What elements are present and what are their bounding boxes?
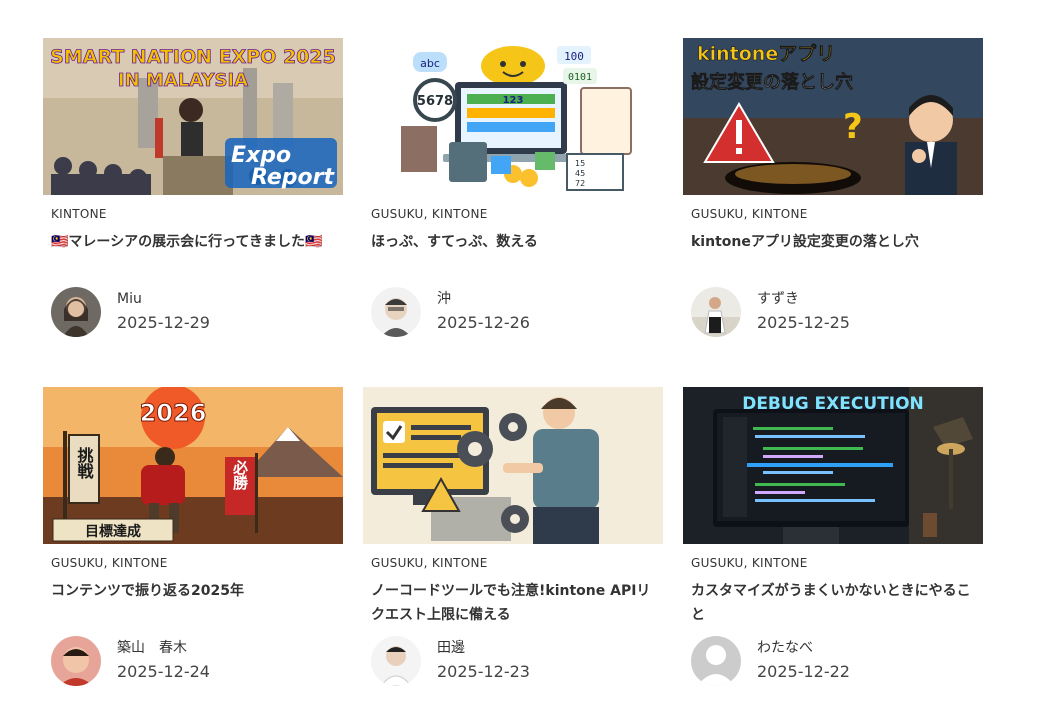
post-thumbnail[interactable]: 2026 挑戦 必勝 目標達成 xyxy=(43,387,343,544)
post-date: 2025-12-29 xyxy=(117,313,210,332)
post-date: 2025-12-22 xyxy=(757,662,850,681)
thumb-text: 72 xyxy=(575,179,585,188)
post-title[interactable]: ほっぷ、すてっぷ、数える xyxy=(363,230,663,254)
post-categories[interactable]: KINTONE xyxy=(43,207,343,221)
thumb-text: 45 xyxy=(575,169,585,178)
post-card[interactable]: SMART NATION EXPO 2025 IN MALAYSIA Expo … xyxy=(43,38,343,337)
post-card[interactable]: DEBUG EXECUTION GUSUKU, KINTONE カスタマイズがう… xyxy=(683,387,983,686)
post-title[interactable]: カスタマイズがうまくいかないときにやること xyxy=(683,579,983,627)
thumbnail-image: kintoneアプリ 設定変更の落とし穴 ? xyxy=(683,38,983,195)
post-categories[interactable]: GUSUKU, KINTONE xyxy=(683,207,983,221)
post-date: 2025-12-26 xyxy=(437,313,530,332)
post-grid: SMART NATION EXPO 2025 IN MALAYSIA Expo … xyxy=(0,0,1063,724)
post-categories[interactable]: GUSUKU, KINTONE xyxy=(43,556,343,570)
post-categories[interactable]: GUSUKU, KINTONE xyxy=(683,556,983,570)
post-author: 築山 春木 2025-12-24 xyxy=(51,636,210,686)
post-title[interactable]: kintoneアプリ設定変更の落とし穴 xyxy=(683,230,983,254)
author-name[interactable]: 沖 xyxy=(437,288,530,310)
author-name[interactable]: Miu xyxy=(117,288,210,310)
avatar xyxy=(51,636,101,686)
post-categories[interactable]: GUSUKU, KINTONE xyxy=(363,556,663,570)
post-categories[interactable]: GUSUKU, KINTONE xyxy=(363,207,663,221)
avatar-placeholder-icon xyxy=(691,636,741,686)
thumb-text: 目標達成 xyxy=(85,523,141,540)
avatar xyxy=(371,287,421,337)
post-thumbnail[interactable]: SMART NATION EXPO 2025 IN MALAYSIA Expo … xyxy=(43,38,343,195)
avatar xyxy=(371,636,421,686)
post-date: 2025-12-24 xyxy=(117,662,210,681)
post-card[interactable]: GUSUKU, KINTONE ノーコードツールでも注意!kintone API… xyxy=(363,387,663,686)
thumb-text: 2026 xyxy=(140,399,207,427)
thumb-text: 挑戦 xyxy=(75,446,94,480)
thumb-text: 15 xyxy=(575,159,585,168)
author-name[interactable]: 田邊 xyxy=(437,637,530,659)
post-card[interactable]: kintoneアプリ 設定変更の落とし穴 ? GUSUKU, KINTONE k… xyxy=(683,38,983,337)
author-name[interactable]: すずき xyxy=(757,288,850,310)
post-date: 2025-12-25 xyxy=(757,313,850,332)
thumb-text: abc xyxy=(420,57,440,70)
thumb-text: 5678 xyxy=(417,94,453,109)
avatar xyxy=(691,287,741,337)
avatar xyxy=(51,287,101,337)
post-thumbnail[interactable]: abc 100 0101 5678 123 15 45 72 xyxy=(363,38,663,195)
post-title[interactable]: 🇲🇾マレーシアの展示会に行ってきました🇲🇾 xyxy=(43,230,343,254)
thumb-text: 必勝 xyxy=(231,459,249,491)
thumbnail-image: 2026 挑戦 必勝 目標達成 xyxy=(43,387,343,544)
thumb-text: IN MALAYSIA xyxy=(118,70,248,91)
thumb-text: kintoneアプリ xyxy=(697,42,835,65)
thumbnail-image: SMART NATION EXPO 2025 IN MALAYSIA Expo … xyxy=(43,38,343,195)
thumb-text: Report xyxy=(251,165,335,190)
post-author: 田邊 2025-12-23 xyxy=(371,636,530,686)
post-author: 沖 2025-12-26 xyxy=(371,287,530,337)
post-author: わたなべ 2025-12-22 xyxy=(691,636,850,686)
thumb-text: 設定変更の落とし穴 xyxy=(691,71,853,93)
author-name[interactable]: わたなべ xyxy=(757,637,850,659)
post-card[interactable]: abc 100 0101 5678 123 15 45 72 GUSUKU, K… xyxy=(363,38,663,337)
author-name[interactable]: 築山 春木 xyxy=(117,637,210,659)
post-thumbnail[interactable] xyxy=(363,387,663,544)
post-card[interactable]: 2026 挑戦 必勝 目標達成 GUSUKU, KINTONE コンテンツで振り… xyxy=(43,387,343,686)
thumb-text: SMART NATION EXPO 2025 xyxy=(50,46,336,68)
thumb-text: 0101 xyxy=(568,72,592,83)
thumb-text: 123 xyxy=(503,95,524,106)
thumbnail-image: abc 100 0101 5678 123 15 45 72 xyxy=(363,38,663,195)
post-thumbnail[interactable]: DEBUG EXECUTION xyxy=(683,387,983,544)
post-author: すずき 2025-12-25 xyxy=(691,287,850,337)
post-title[interactable]: コンテンツで振り返る2025年 xyxy=(43,579,343,603)
thumb-text: 100 xyxy=(564,50,584,63)
thumbnail-image: DEBUG EXECUTION xyxy=(683,387,983,544)
post-author: Miu 2025-12-29 xyxy=(51,287,210,337)
post-date: 2025-12-23 xyxy=(437,662,530,681)
thumbnail-image xyxy=(363,387,663,544)
post-title[interactable]: ノーコードツールでも注意!kintone APIリクエスト上限に備える xyxy=(363,579,663,627)
post-thumbnail[interactable]: kintoneアプリ 設定変更の落とし穴 ? xyxy=(683,38,983,195)
thumb-text: ? xyxy=(843,107,863,147)
thumb-text: DEBUG EXECUTION xyxy=(742,394,924,414)
